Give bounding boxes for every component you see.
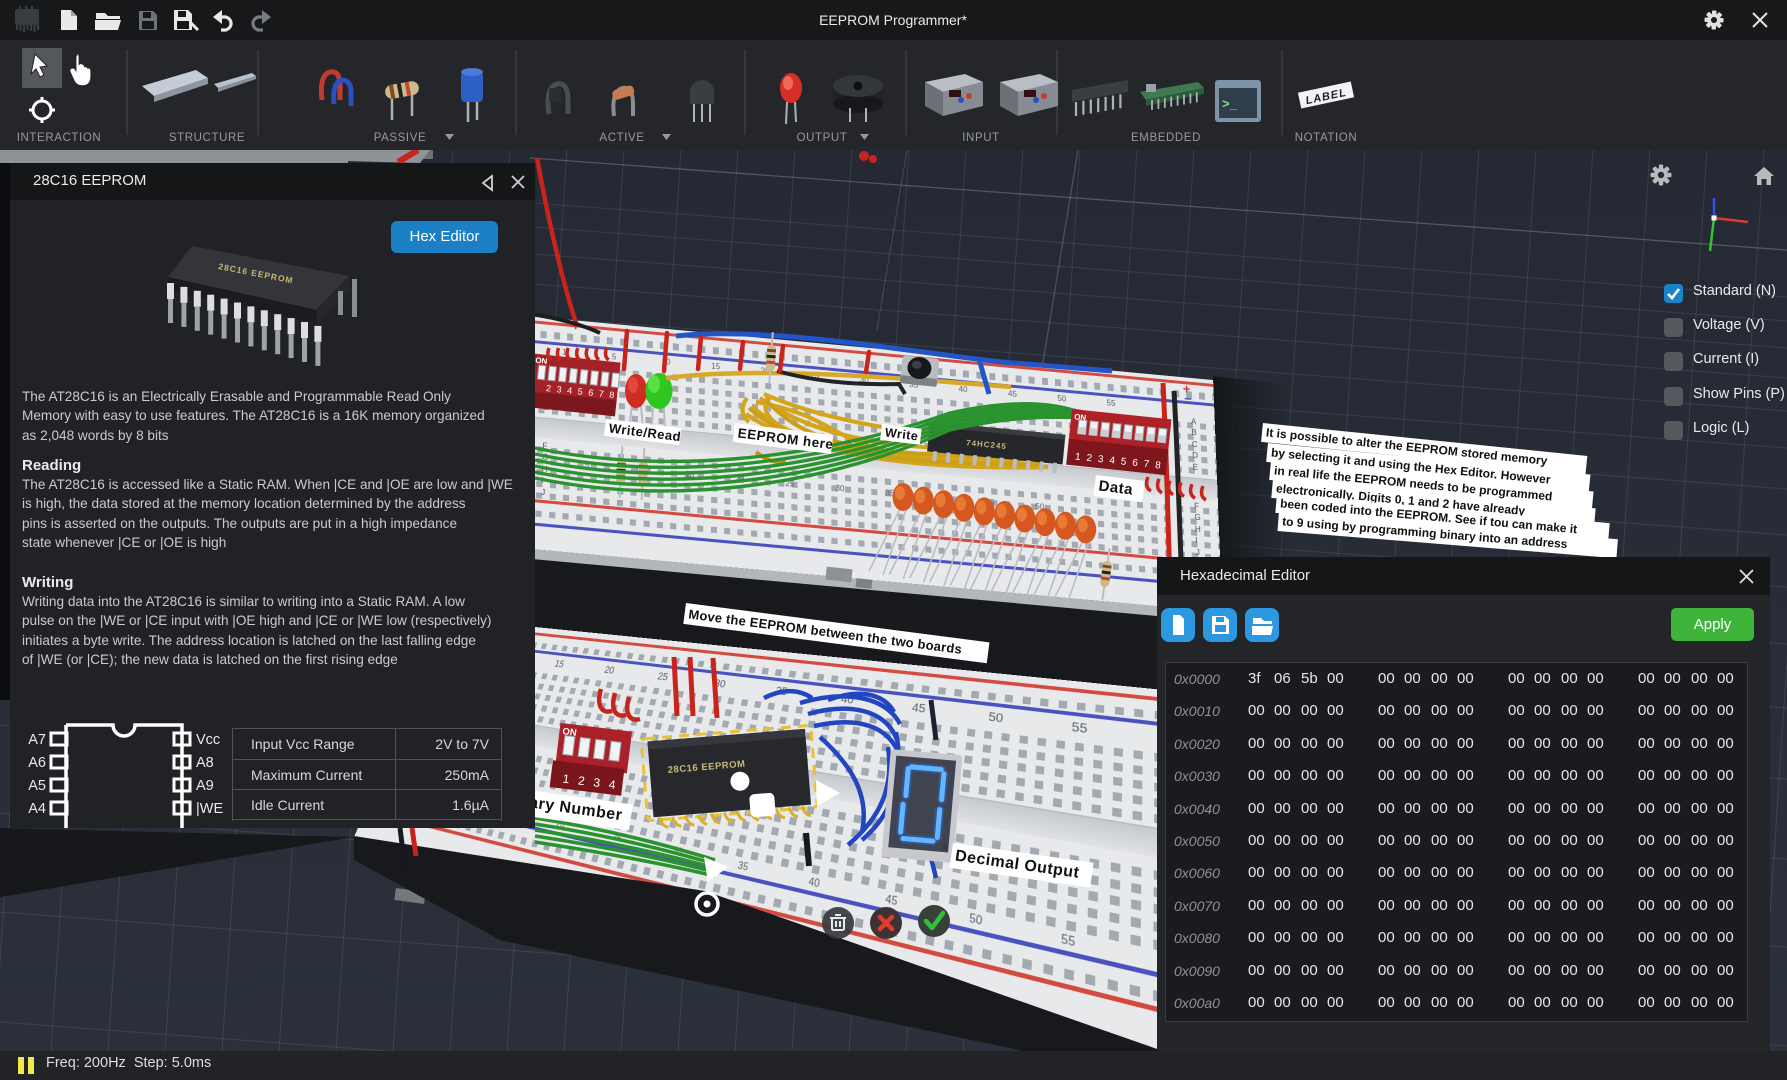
svg-text:8: 8 <box>609 390 615 400</box>
svg-text:|WE: |WE <box>196 801 223 817</box>
svg-text:ACTIVE: ACTIVE <box>599 132 644 144</box>
svg-text:EEPROM Programmer*: EEPROM Programmer* <box>819 12 967 28</box>
svg-text:PASSIVE: PASSIVE <box>374 132 427 144</box>
svg-text:NOTATION: NOTATION <box>1295 132 1358 144</box>
svg-text:ON: ON <box>535 356 548 366</box>
svg-text:Vcc: Vcc <box>196 732 220 748</box>
svg-text:A7: A7 <box>28 732 46 748</box>
svg-text:A6: A6 <box>28 755 46 771</box>
svg-text:5: 5 <box>577 386 583 396</box>
svg-text:EMBEDDED: EMBEDDED <box>1131 132 1201 144</box>
svg-text:A9: A9 <box>196 778 214 794</box>
svg-text:INPUT: INPUT <box>962 132 1000 144</box>
svg-text:A4: A4 <box>28 801 46 817</box>
svg-text:A5: A5 <box>28 778 46 794</box>
svg-text:A8: A8 <box>196 755 214 771</box>
svg-text:6: 6 <box>588 387 594 397</box>
svg-text:INTERACTION: INTERACTION <box>17 132 102 144</box>
svg-text:7: 7 <box>598 389 604 399</box>
svg-text:OUTPUT: OUTPUT <box>797 132 848 144</box>
svg-text:4: 4 <box>567 385 573 395</box>
svg-text:3: 3 <box>556 384 562 394</box>
svg-text:>_: >_ <box>1222 96 1238 111</box>
svg-text:2: 2 <box>546 383 552 393</box>
svg-text:STRUCTURE: STRUCTURE <box>169 132 245 144</box>
